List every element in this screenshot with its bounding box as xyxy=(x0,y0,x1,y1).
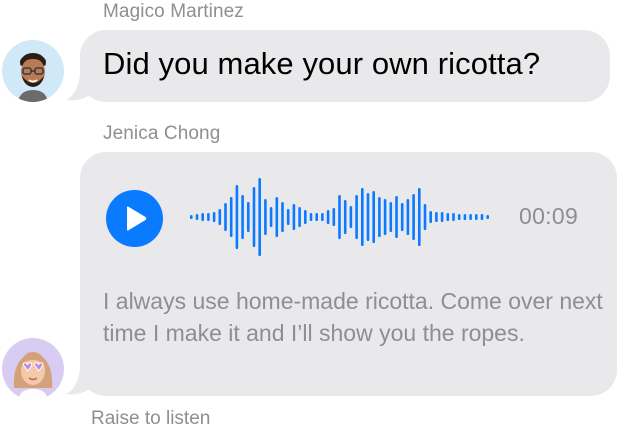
play-button[interactable] xyxy=(106,190,163,247)
waveform-bar xyxy=(304,210,307,224)
waveform-bar xyxy=(349,206,353,228)
waveform-bar xyxy=(378,197,381,237)
waveform-bar xyxy=(326,210,330,224)
waveform-bar xyxy=(212,212,216,222)
waveform-bar xyxy=(292,204,296,230)
waveform-bar xyxy=(372,191,375,243)
waveform-bar xyxy=(446,213,450,221)
waveform-bar xyxy=(423,204,427,230)
waveform-bar xyxy=(218,209,222,225)
message-transcript: I always use home-made ricotta. Come ove… xyxy=(103,288,603,346)
waveform-bar xyxy=(258,178,261,256)
waveform-bar xyxy=(343,200,347,234)
play-icon xyxy=(127,206,147,231)
waveform-bar xyxy=(389,202,393,232)
waveform-bar xyxy=(355,195,358,239)
waveform-bar xyxy=(264,199,267,235)
message-text: Did you make your own ricotta? xyxy=(103,46,541,81)
sender-name: Jenica Chong xyxy=(103,123,221,144)
raise-to-listen-hint: Raise to listen xyxy=(91,408,211,429)
waveform-bar xyxy=(480,214,484,220)
waveform-bar xyxy=(241,195,244,239)
waveform-bar xyxy=(440,212,444,222)
waveform-bar xyxy=(361,188,364,246)
waveform-bar xyxy=(395,196,398,238)
waveform-bar xyxy=(383,199,387,235)
waveform-bar xyxy=(412,194,415,240)
waveform-bar xyxy=(309,213,313,221)
sender-name: Magico Martinez xyxy=(103,1,244,22)
waveform-bar xyxy=(315,213,318,221)
waveform-bar xyxy=(275,197,279,237)
waveform-bar xyxy=(195,214,199,220)
waveform-bar xyxy=(486,215,489,219)
waveform-bar xyxy=(463,214,467,220)
waveform-bar xyxy=(452,213,455,221)
waveform-bar xyxy=(429,211,432,223)
memoji-woman-with-heart-glasses-icon[interactable] xyxy=(2,338,64,400)
waveform-bar xyxy=(286,209,290,225)
waveform-bar xyxy=(406,199,410,235)
waveform-bar xyxy=(201,213,204,221)
waveform-bar xyxy=(475,214,478,220)
waveform-bar xyxy=(457,214,461,220)
waveform-bar xyxy=(269,207,273,227)
waveform-bar xyxy=(252,187,256,247)
waveform-bar xyxy=(281,202,284,232)
waveform-bar xyxy=(435,212,438,222)
waveform-bar xyxy=(469,214,472,220)
waveform-bar xyxy=(247,202,250,232)
waveform-bar xyxy=(321,213,324,221)
waveform-bar xyxy=(366,193,370,241)
waveform-bar xyxy=(190,215,193,219)
audio-duration: 00:09 xyxy=(519,203,579,229)
waveform-bar xyxy=(400,203,404,231)
waveform-bar xyxy=(229,197,233,237)
waveform-bar xyxy=(235,185,239,249)
waveform-bar xyxy=(207,213,210,221)
waveform-bar xyxy=(418,188,421,246)
memoji-man-with-glasses-icon[interactable] xyxy=(2,40,64,102)
waveform-bar xyxy=(298,207,301,227)
waveform-bar xyxy=(338,195,341,239)
audio-waveform[interactable] xyxy=(188,176,498,258)
waveform-bar xyxy=(332,208,336,226)
waveform-bar xyxy=(224,203,227,231)
